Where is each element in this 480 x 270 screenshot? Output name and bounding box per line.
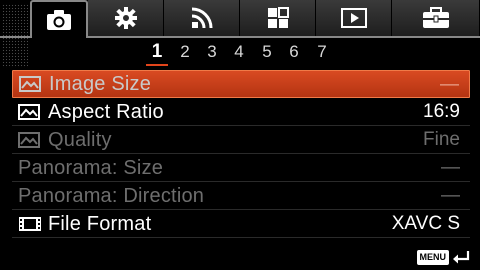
page-6[interactable]: 6 [286,42,302,62]
menu-item-value: — [440,74,459,95]
menu-item-label: Quality [48,128,112,151]
menu-item-value: Fine [423,129,460,150]
tab-settings[interactable] [88,0,164,36]
page-4[interactable]: 4 [231,42,247,62]
page-5[interactable]: 5 [259,42,275,62]
menu-item-aspect-ratio[interactable]: Aspect Ratio 16:9 [12,98,470,126]
menu-item-panorama-direction[interactable]: Panorama: Direction — [12,182,470,210]
menu-item-file-format[interactable]: File Format XAVC S [12,210,470,238]
play-icon [340,8,367,28]
menu-item-value: 16:9 [423,101,460,122]
return-arrow-icon [453,251,470,264]
menu-item-label: Image Size [49,73,152,95]
tab-bar-underline [0,36,30,38]
menu-item-label: Panorama: Size [18,156,164,179]
menu-key-label: MENU [416,249,449,265]
menu-tab-bar [0,0,480,70]
menu-item-label: Panorama: Direction [18,184,205,207]
tab-setup[interactable] [392,0,480,36]
back-hint[interactable]: MENU [416,248,471,266]
gear-icon [114,7,137,29]
film-icon [18,215,46,233]
menu-item-value: XAVC S [391,213,460,234]
still-image-icon [18,131,46,149]
toolbox-icon [422,7,449,28]
still-image-icon [19,75,47,93]
tab-network[interactable] [164,0,240,36]
wireless-icon [191,7,212,29]
tab-camera[interactable] [30,0,88,38]
menu-item-quality[interactable]: Quality Fine [12,126,470,154]
camera-menu-screen: 1 2 3 4 5 6 7 Image Size — Aspect Ratio … [0,0,480,270]
menu-item-value: — [441,185,460,206]
page-2[interactable]: 2 [177,42,193,62]
menu-item-label: Aspect Ratio [48,100,164,123]
tab-bar-underline [88,36,480,38]
menu-item-value: — [441,157,460,178]
still-image-icon [18,103,46,121]
menu-list: Image Size — Aspect Ratio 16:9 Quality F [12,70,470,238]
page-3[interactable]: 3 [204,42,220,62]
menu-item-panorama-size[interactable]: Panorama: Size — [12,154,470,182]
tab-application[interactable] [240,0,316,36]
menu-item-label: File Format [48,212,152,235]
current-page-underline [146,64,168,66]
page-7[interactable]: 7 [314,42,330,62]
page-indicator: 1 2 3 4 5 6 7 [0,41,480,66]
menu-item-image-size[interactable]: Image Size — [12,70,470,98]
camera-icon [47,10,71,30]
tab-playback[interactable] [316,0,392,36]
grid-icon [267,7,289,28]
page-1[interactable]: 1 [149,41,165,63]
